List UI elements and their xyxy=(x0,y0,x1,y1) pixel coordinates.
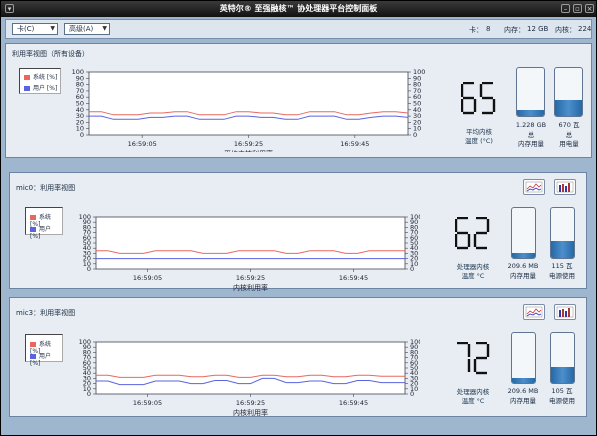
system-swatch-icon xyxy=(30,342,36,347)
system-swatch-icon xyxy=(24,75,30,80)
advanced-combo[interactable]: 高级(A) ▼ xyxy=(64,23,110,35)
chart-legend: 系统 [%] 用户 [%] xyxy=(25,207,63,240)
memory-gauge-fill xyxy=(517,110,544,116)
bar-chart-icon xyxy=(556,181,574,193)
plot-area xyxy=(95,341,406,395)
legend-user: 用户 [%] xyxy=(33,85,58,92)
x-tick-label: 16:59:45 xyxy=(340,140,369,148)
chart-legend: 系统 [%] 用户 [%] xyxy=(19,68,61,94)
x-tick-label: 16:59:45 xyxy=(339,399,368,407)
power-gauge-fill xyxy=(551,240,574,258)
histogram-view-button[interactable] xyxy=(554,304,576,320)
cores-value: 224 xyxy=(578,25,592,33)
memory-value: 12 GB xyxy=(527,25,549,33)
chart-view-button[interactable] xyxy=(523,304,545,320)
power-gauge-fill xyxy=(555,100,582,116)
x-tick-label: 16:59:45 xyxy=(339,274,368,282)
utilization-chart: 0 010 1020 2030 3040 4050 5060 6070 7080 8090 9010… xyxy=(72,68,426,152)
advanced-combo-label: 高级(A) xyxy=(69,25,94,33)
card-combo-label: 卡(C) xyxy=(17,25,35,33)
memory-gauge xyxy=(516,67,545,117)
minimize-icon[interactable]: – xyxy=(561,4,570,13)
memory-gauge xyxy=(511,207,536,259)
y-tick-label: 100 xyxy=(72,68,84,76)
panel-title: 利用率视图（所有设备） xyxy=(12,50,89,58)
power-value: 105 瓦 xyxy=(551,387,573,395)
close-icon[interactable]: × xyxy=(585,4,594,13)
utilization-panel-mic0: mic0：利用率视图 系统 [%] 用户 [%] 0 0 10 10 20 20 30 30 4… xyxy=(9,172,587,291)
power-gauge xyxy=(554,67,583,117)
x-axis-label: 平均内核利用率 xyxy=(224,149,273,152)
panel-title: mic0：利用率视图 xyxy=(16,184,76,192)
user-swatch-icon xyxy=(30,354,36,359)
utilization-chart: 0 010 1020 2030 3040 4050 5060 6070 7080 8090 9010… xyxy=(79,338,420,416)
temperature-label: 处理器内核 温度 °C xyxy=(456,388,490,405)
memory-gauge-fill xyxy=(512,378,535,383)
chart-legend: 系统 [%] 用户 [%] xyxy=(25,334,63,367)
y-tick-label: 100 xyxy=(79,338,91,346)
plot-area xyxy=(95,216,406,270)
temperature-label: 处理器内核 温度 °C xyxy=(456,263,490,280)
memory-gauge-fill xyxy=(512,253,535,258)
chart-view-button[interactable] xyxy=(523,179,545,195)
card-combo[interactable]: 卡(C) ▼ xyxy=(12,23,58,35)
chevron-down-icon: ▼ xyxy=(50,25,55,32)
cores-label: 内核： xyxy=(555,26,576,34)
window-title: 英特尔® 至强融核™ 协处理器平台控制面板 xyxy=(219,4,378,13)
memory-label: 内存： xyxy=(504,26,525,34)
x-tick-label: 16:59:05 xyxy=(128,140,157,148)
power-gauge xyxy=(550,332,575,384)
y-tick-label: 100 xyxy=(413,68,425,76)
power-label: 电源使用 xyxy=(549,272,575,280)
panel-title: mic3：利用率视图 xyxy=(16,309,76,317)
toolbar: 卡(C) ▼ 高级(A) ▼ 卡： 8 内存： 12 GB 内核： 224 xyxy=(5,19,592,39)
utilization-panel-mic3: mic3：利用率视图 系统 [%] 用户 [%] 0 0 10 10 20 20 30 30 4… xyxy=(9,297,587,417)
user-swatch-icon xyxy=(30,227,36,232)
cards-label: 卡： xyxy=(469,26,483,34)
utilization-panel-all: 利用率视图（所有设备） 系统 [%] 用户 [%] 0 0 10 10 20 20 30 30… xyxy=(5,43,592,158)
system-swatch-icon xyxy=(30,215,36,220)
x-tick-label: 16:59:25 xyxy=(236,399,265,407)
power-label: 电源使用 xyxy=(549,397,575,405)
legend-system: 系统 [%] xyxy=(33,74,58,81)
cards-value: 8 xyxy=(486,25,491,33)
x-tick-label: 16:59:05 xyxy=(133,274,162,282)
x-axis-label: 内核利用率 xyxy=(233,283,268,291)
maximize-icon[interactable]: ▫ xyxy=(573,4,582,13)
plot-area xyxy=(88,71,409,136)
histogram-view-button[interactable] xyxy=(554,179,576,195)
temperature-label: 平均内核 温度 (°C) xyxy=(465,128,493,145)
power-gauge xyxy=(550,207,575,259)
temperature-display xyxy=(454,216,491,251)
power-value: 670 瓦 xyxy=(558,121,580,129)
x-tick-label: 16:59:05 xyxy=(133,399,162,407)
y-tick-label: 100 xyxy=(410,338,420,346)
power-gauge-fill xyxy=(551,367,574,383)
power-label: 总用电量 xyxy=(559,131,579,148)
user-swatch-icon xyxy=(24,86,30,91)
memory-gauge xyxy=(511,332,536,384)
line-chart-icon xyxy=(525,306,543,318)
temperature-display xyxy=(455,341,491,376)
chevron-down-icon: ▼ xyxy=(102,25,107,32)
x-tick-label: 16:59:25 xyxy=(234,140,263,148)
temperature-display xyxy=(460,81,497,116)
y-tick-label: 100 xyxy=(410,213,420,221)
x-axis-label: 内核利用率 xyxy=(233,408,268,416)
app-window: ▾ 英特尔® 至强融核™ 协处理器平台控制面板 – ▫ × 卡(C) ▼ 高级(A… xyxy=(0,0,597,436)
bar-chart-icon xyxy=(556,306,574,318)
y-tick-label: 100 xyxy=(79,213,91,221)
line-chart-icon xyxy=(525,181,543,193)
utilization-chart: 0 010 1020 2030 3040 4050 5060 6070 7080 8090 9010… xyxy=(79,213,420,291)
x-tick-label: 16:59:25 xyxy=(236,274,265,282)
power-value: 115 瓦 xyxy=(551,262,573,270)
title-bar: ▾ 英特尔® 至强融核™ 协处理器平台控制面板 – ▫ × xyxy=(1,1,596,17)
